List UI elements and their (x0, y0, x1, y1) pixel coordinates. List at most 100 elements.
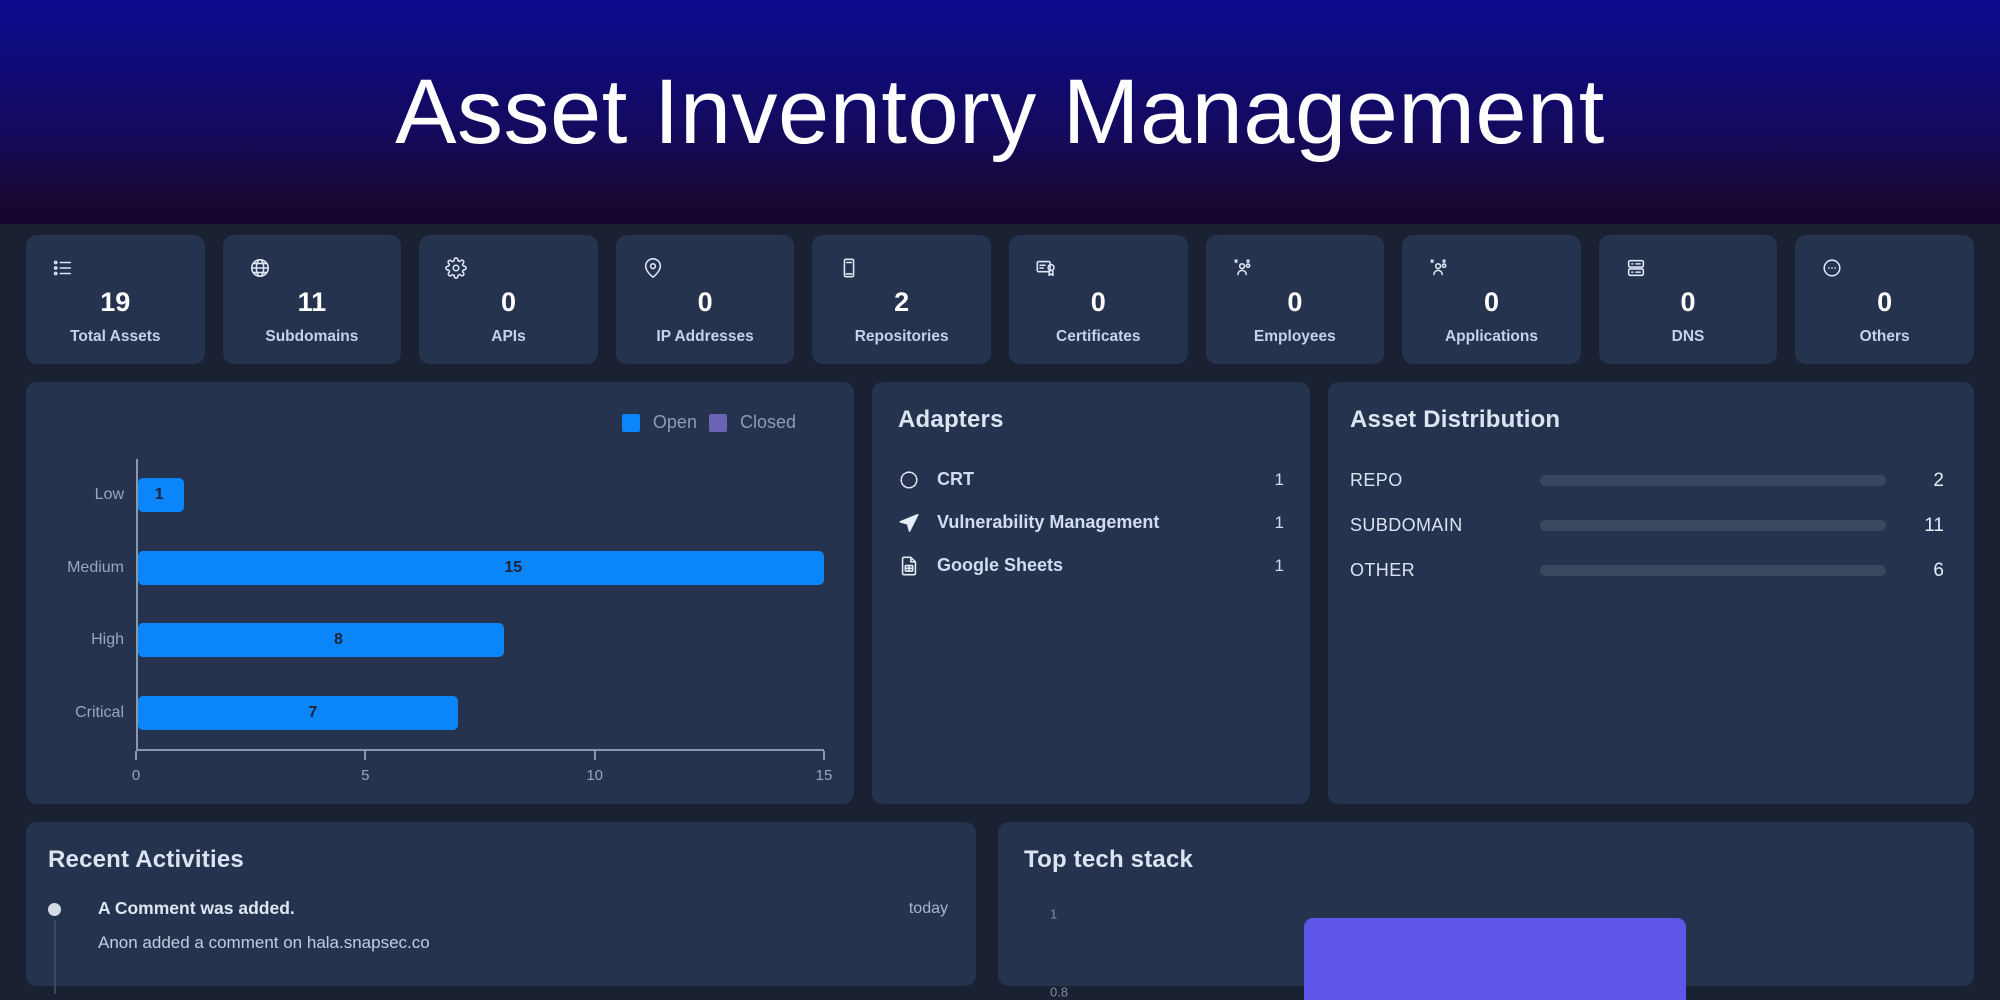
stat-label: Subdomains (265, 327, 359, 345)
adapter-count: 1 (1274, 469, 1284, 489)
adapter-row[interactable]: CRT 1 (898, 458, 1284, 501)
bar-value-label: 15 (504, 558, 523, 576)
chart-bar-critical[interactable]: 7 (138, 695, 459, 730)
chart-y-label: Critical (75, 703, 124, 721)
asset-distribution-label: OTHER (1350, 560, 1415, 580)
chart-bar-low[interactable]: 1 (138, 478, 184, 513)
people-icon (1428, 257, 1450, 279)
bar-value-label: 1 (154, 486, 164, 504)
asset-distribution-row[interactable]: SUBDOMAIN 11 (1350, 503, 1944, 548)
adapter-name: Google Sheets (937, 555, 1064, 575)
asset-distribution-label: SUBDOMAIN (1350, 515, 1463, 535)
stat-value: 0 (1090, 287, 1106, 317)
legend-item-closed[interactable]: Closed (708, 412, 796, 433)
stat-card-dns[interactable]: 0 DNS (1598, 235, 1778, 364)
adapter-count: 1 (1274, 555, 1284, 575)
stat-card-applications[interactable]: 0 Applications (1402, 235, 1581, 364)
legend-swatch-open (621, 413, 640, 432)
x-axis-tick (823, 751, 825, 760)
page-title: Asset Inventory Management (395, 61, 1605, 163)
chart-y-label: High (91, 631, 124, 649)
spreadsheet-icon (898, 555, 920, 577)
adapters-panel: Adapters CRT 1 Vulnerability Management 1 Go… (872, 382, 1310, 804)
asset-distribution-row[interactable]: REPO 2 (1350, 458, 1944, 503)
adapter-row[interactable]: Google Sheets 1 (898, 544, 1284, 587)
legend-swatch-closed (708, 413, 727, 432)
stat-card-subdomains[interactable]: 11 Subdomains (222, 235, 402, 364)
chart-bars: 1 15 8 7 (136, 459, 824, 749)
adapter-name: CRT (937, 469, 974, 489)
bar-value-label: 7 (308, 703, 318, 721)
bar-fill: 8 (138, 623, 504, 658)
x-axis-tick-label: 0 (131, 767, 141, 784)
x-axis-tick-label: 15 (815, 767, 833, 784)
stat-card-total-assets[interactable]: 19 Total Assets (26, 235, 205, 364)
adapter-row[interactable]: Vulnerability Management 1 (898, 501, 1284, 544)
asset-distribution-row[interactable]: OTHER 6 (1350, 548, 1944, 593)
asset-distribution-value: 2 (1933, 469, 1944, 491)
tech-stack-bar[interactable] (1304, 918, 1686, 1000)
asset-distribution-panel: Asset Distribution REPO 2 SUBDOMAIN 11 OTHER… (1328, 382, 1974, 804)
chart-y-label: Medium (67, 558, 124, 576)
asset-distribution-value: 11 (1924, 514, 1944, 536)
stat-label: Total Assets (70, 327, 161, 345)
recent-activities-list: A Comment was added. today Anon added a co… (48, 898, 948, 994)
recent-activities-panel: Recent Activities A Comment was added. to… (26, 822, 976, 994)
asset-distribution-track (1540, 475, 1886, 486)
activity-item[interactable]: A Comment was added. today Anon added a co… (48, 898, 948, 994)
top-tech-stack-panel: Top tech stack 1 0.8 (998, 822, 1974, 1000)
x-axis-tick (135, 751, 137, 760)
top-tech-stack-chart: 1 0.8 (1024, 896, 1948, 1000)
stat-label: APIs (491, 327, 526, 345)
stat-card-ip-addresses[interactable]: 0 IP Addresses (615, 235, 795, 364)
stat-cards-row: 19 Total Assets 11 Subdomains 0 APIs 0 IP Addre… (0, 224, 2000, 364)
stat-card-others[interactable]: 0 Others (1795, 235, 1974, 364)
x-axis-tick-label: 5 (361, 767, 370, 784)
globe-icon (249, 257, 271, 279)
ellipsis-circle-icon (1821, 257, 1843, 279)
chart-bar-high[interactable]: 8 (138, 623, 504, 658)
chart-y-label: Low (94, 486, 124, 504)
stat-card-repositories[interactable]: 2 Repositories (812, 235, 991, 364)
circle-dotted-icon (898, 469, 920, 491)
chart-bar-medium[interactable]: 15 (138, 550, 824, 585)
activity-time: today (908, 900, 948, 917)
x-axis-tick-label: 10 (586, 767, 603, 784)
stat-value: 2 (894, 287, 910, 317)
page-header: Asset Inventory Management (0, 0, 2000, 224)
severity-chart-plot: Low Medium High Critical 1 15 8 7 (44, 459, 824, 749)
bar-fill: 1 (138, 478, 184, 513)
stat-label: Certificates (1056, 327, 1141, 345)
bar-value-label: 8 (333, 631, 343, 649)
adapters-title: Adapters (898, 406, 1004, 433)
stat-value: 0 (1877, 287, 1893, 317)
stat-value: 0 (697, 287, 713, 317)
top-tech-stack-title: Top tech stack (1024, 846, 1194, 873)
stat-card-employees[interactable]: 0 Employees (1205, 235, 1385, 364)
recent-activities-title: Recent Activities (48, 846, 244, 873)
legend-item-open[interactable]: Open (621, 412, 697, 433)
stat-label: Repositories (854, 327, 949, 345)
activity-description: Anon added a comment on hala.snapsec.co (98, 933, 430, 952)
stat-label: Employees (1253, 327, 1336, 345)
middle-row: Open Closed Low Medium High Critical 1 15 8 7 … (0, 364, 2000, 804)
people-icon (1232, 257, 1254, 279)
asset-distribution-list: REPO 2 SUBDOMAIN 11 OTHER 6 (1350, 458, 1944, 593)
chart-x-axis: 0 5 10 15 (132, 749, 832, 795)
adapters-list: CRT 1 Vulnerability Management 1 Google Shee… (898, 458, 1284, 587)
certificate-icon (1035, 257, 1057, 279)
stat-value: 19 (100, 287, 131, 317)
tech-stack-y-tick: 0.8 (1050, 984, 1069, 1000)
chart-y-axis: Low Medium High Critical (44, 459, 136, 749)
tech-stack-y-tick: 1 (1050, 906, 1058, 922)
asset-distribution-track (1540, 520, 1886, 531)
stat-label: Applications (1444, 327, 1538, 345)
stat-card-apis[interactable]: 0 APIs (419, 235, 598, 364)
activity-title: A Comment was added. (98, 898, 295, 918)
stat-card-certificates[interactable]: 0 Certificates (1008, 235, 1188, 364)
chart-legend: Open Closed (44, 400, 824, 433)
stat-label: Others (1859, 327, 1910, 345)
stat-value: 0 (1483, 287, 1499, 317)
legend-label-closed: Closed (739, 412, 796, 432)
activity-timeline-line (54, 920, 56, 994)
